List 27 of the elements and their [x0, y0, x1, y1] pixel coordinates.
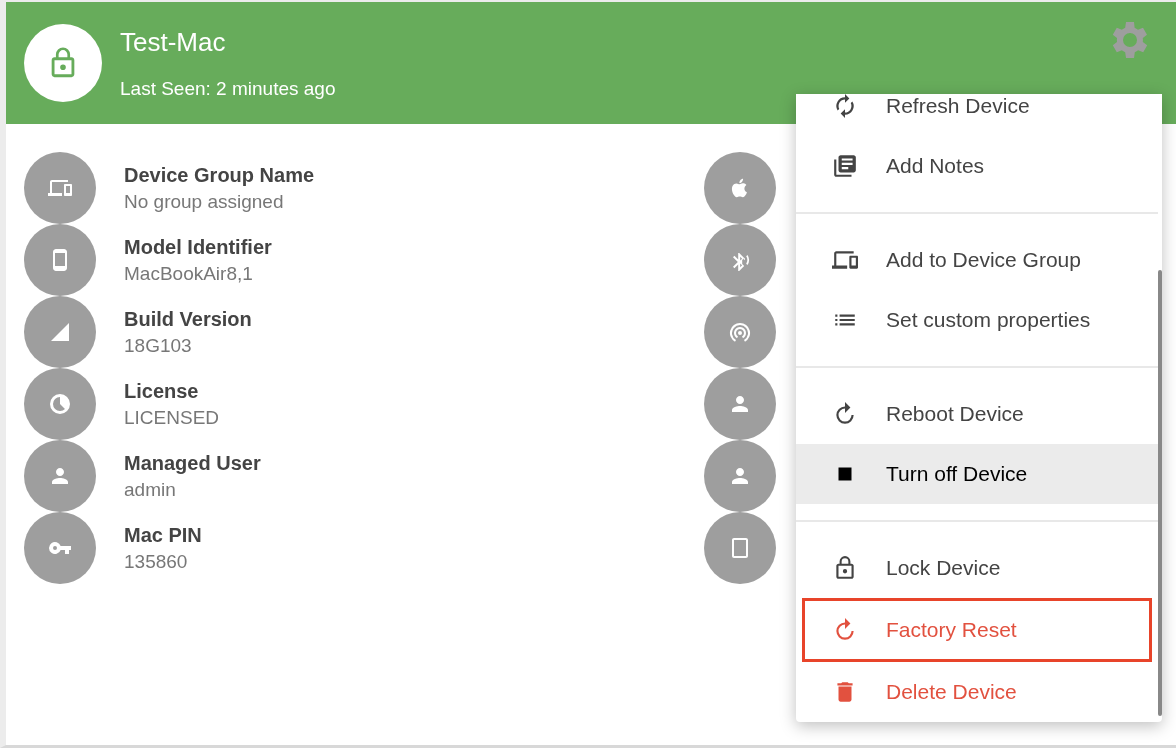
clock-icon [48, 392, 72, 416]
detail-label: License [124, 379, 200, 403]
detail-value: MacBookAir8,1 [124, 262, 254, 285]
scrollbar[interactable] [1158, 270, 1162, 716]
detail-value: LICENSED [124, 406, 220, 429]
last-seen-text: Last Seen: 2 minutes ago [120, 77, 337, 100]
detail-value: 18G103 [124, 334, 193, 357]
menu-item[interactable]: Turn off Device [796, 444, 1158, 504]
detail-label: Build Version [124, 307, 252, 331]
detail-label: Model Identifier [124, 235, 272, 259]
detail-value: No group assigned [124, 190, 285, 213]
menu-item[interactable]: Refresh Device [796, 94, 1158, 136]
menu-item[interactable]: Add Notes [796, 136, 1158, 196]
menu-item[interactable]: Lock Device [796, 538, 1158, 598]
detail-value: admin [124, 478, 177, 501]
detail-label: Managed User [124, 451, 261, 475]
menu-item[interactable]: Set custom properties [796, 290, 1158, 350]
detail-label: Mac PIN [124, 523, 202, 547]
device-name: Test-Mac [120, 26, 227, 58]
menu-item[interactable]: Delete Device [796, 662, 1158, 722]
menu-item[interactable]: Factory Reset [802, 598, 1152, 662]
detail-label: Device Group Name [124, 163, 315, 187]
notes-icon [832, 153, 858, 179]
detail-value: 135860 [124, 550, 189, 573]
menu-item[interactable]: Reboot Device [796, 384, 1158, 444]
menu-item[interactable]: Add to Device Group [796, 230, 1158, 290]
broadcast-icon [728, 320, 752, 344]
